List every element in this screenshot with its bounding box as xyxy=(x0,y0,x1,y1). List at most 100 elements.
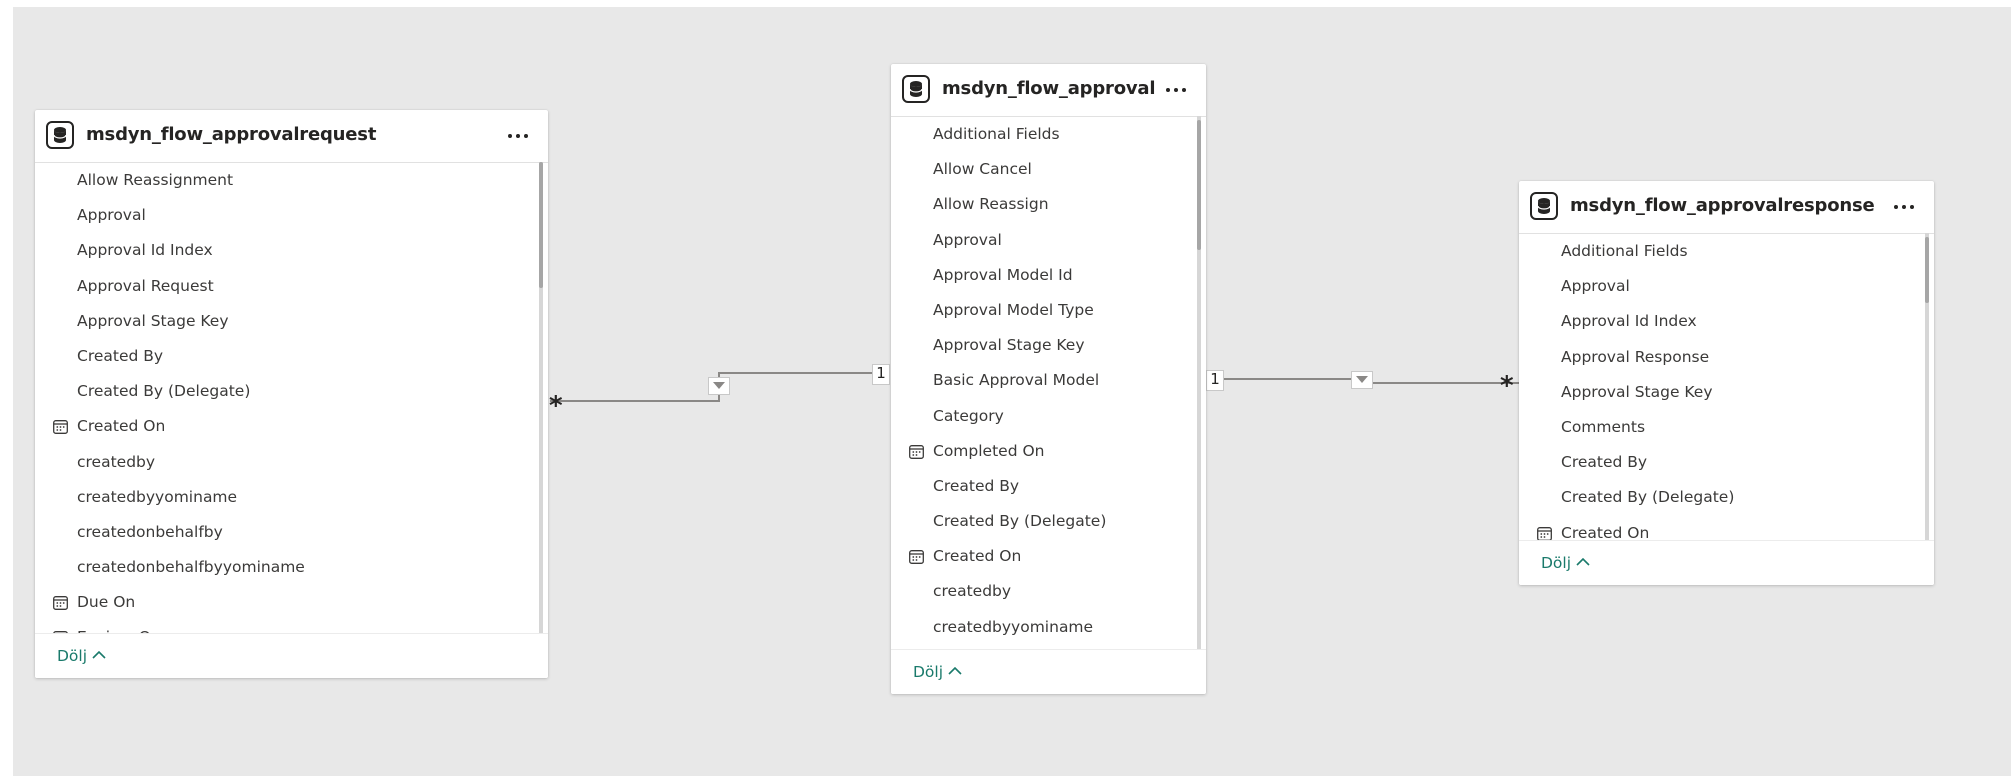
more-options-icon[interactable] xyxy=(506,126,530,146)
field-label: Allow Cancel xyxy=(933,160,1032,179)
card-footer: Dölj xyxy=(35,633,548,678)
cardinality-one-approval: 1 xyxy=(872,364,890,385)
field-row[interactable]: Created By xyxy=(891,468,1206,503)
card-footer: Dölj xyxy=(1519,540,1934,585)
cardinality-many-response: * xyxy=(1500,371,1514,401)
field-row[interactable]: Additional Fields xyxy=(891,116,1206,151)
table-title: msdyn_flow_approvalrequest xyxy=(86,124,377,145)
field-row[interactable]: Approval xyxy=(35,197,548,232)
field-label: Approval Model Type xyxy=(933,300,1094,319)
field-label: createdby xyxy=(77,452,156,471)
field-row[interactable]: Approval Stage Key xyxy=(891,327,1206,362)
scrollbar-track[interactable] xyxy=(539,162,543,634)
field-label: Approval Request xyxy=(77,276,214,295)
field-row[interactable]: Created By (Delegate) xyxy=(891,503,1206,538)
field-row[interactable]: Category xyxy=(891,398,1206,433)
field-row[interactable]: Approval Stage Key xyxy=(1519,374,1934,409)
field-row[interactable]: Created On xyxy=(35,408,548,443)
field-label: Created On xyxy=(77,417,166,436)
field-row[interactable]: Approval Response xyxy=(1519,339,1934,374)
chevron-up-icon xyxy=(1576,557,1590,566)
field-row[interactable]: Allow Cancel xyxy=(891,151,1206,186)
scrollbar-thumb[interactable] xyxy=(1925,237,1929,303)
field-label: Approval Stage Key xyxy=(933,336,1085,355)
field-row[interactable]: Allow Reassignment xyxy=(35,162,548,197)
field-label: createdbyyominame xyxy=(77,487,238,506)
field-row[interactable]: Approval Model Id xyxy=(891,257,1206,292)
field-row[interactable]: Expires On xyxy=(35,619,548,634)
collapse-button[interactable]: Dölj xyxy=(57,647,106,665)
field-label: Approval Response xyxy=(1561,347,1710,366)
field-label: Due On xyxy=(77,593,136,612)
cardinality-one-approval-right: 1 xyxy=(1206,370,1224,391)
field-row[interactable]: Additional Fields xyxy=(1519,233,1934,268)
field-label: Created By (Delegate) xyxy=(77,382,251,401)
scrollbar-track[interactable] xyxy=(1925,233,1929,545)
card-footer: Dölj xyxy=(891,649,1206,694)
field-list[interactable]: Additional Fields Approval Approval Id Ind… xyxy=(1519,233,1934,545)
more-options-icon[interactable] xyxy=(1892,197,1916,217)
table-card-approvalresponse[interactable]: msdyn_flow_approvalresponse Additional F… xyxy=(1519,181,1934,585)
card-header[interactable]: msdyn_flow_approval xyxy=(891,64,1206,117)
field-row[interactable]: createdbyyominame xyxy=(35,479,548,514)
field-row[interactable]: Approval Model Type xyxy=(891,292,1206,327)
table-card-approvalrequest[interactable]: msdyn_flow_approvalrequest Allow Reassig… xyxy=(35,110,548,678)
cardinality-many-request: * xyxy=(549,391,563,421)
field-list[interactable]: Additional Fields Allow Cancel Allow Reass… xyxy=(891,116,1206,650)
more-options-icon[interactable] xyxy=(1164,80,1188,100)
scrollbar-thumb[interactable] xyxy=(539,162,543,288)
cross-filter-direction-icon[interactable] xyxy=(1351,371,1373,389)
table-card-approval[interactable]: msdyn_flow_approval Additional Fields All… xyxy=(891,64,1206,694)
collapse-button[interactable]: Dölj xyxy=(1541,554,1590,572)
field-row[interactable]: Allow Reassign xyxy=(891,186,1206,221)
field-row[interactable]: Comments xyxy=(1519,409,1934,444)
field-row[interactable]: Created By (Delegate) xyxy=(1519,479,1934,514)
field-row[interactable]: Approval xyxy=(891,222,1206,257)
field-row[interactable]: createdby xyxy=(35,444,548,479)
field-label: Additional Fields xyxy=(933,125,1060,143)
table-title: msdyn_flow_approvalresponse xyxy=(1570,195,1875,216)
field-row[interactable]: Approval Request xyxy=(35,268,548,303)
field-row[interactable]: createdbyyominame xyxy=(891,609,1206,644)
field-row[interactable]: Approval Stage Key xyxy=(35,303,548,338)
field-label: Created By (Delegate) xyxy=(1561,488,1735,507)
collapse-label: Dölj xyxy=(1541,554,1572,572)
field-row[interactable]: createdby xyxy=(891,573,1206,608)
field-label: createdbyyominame xyxy=(933,617,1094,636)
field-label: Allow Reassign xyxy=(933,195,1049,214)
cross-filter-direction-icon[interactable] xyxy=(708,377,730,395)
field-row[interactable]: Completed On xyxy=(891,433,1206,468)
collapse-button[interactable]: Dölj xyxy=(913,663,962,681)
card-header[interactable]: msdyn_flow_approvalrequest xyxy=(35,110,548,163)
database-icon xyxy=(46,121,74,149)
field-label: Allow Reassignment xyxy=(77,171,234,189)
field-label: Created On xyxy=(1561,523,1650,542)
field-label: createdby xyxy=(933,582,1012,601)
field-row[interactable]: createdonbehalfby xyxy=(35,514,548,549)
field-list[interactable]: Allow Reassignment Approval Approval Id In… xyxy=(35,162,548,634)
calendar-icon xyxy=(909,550,924,565)
field-row[interactable]: createdonbehalfbyyominame xyxy=(35,549,548,584)
field-label: Approval Stage Key xyxy=(77,311,229,330)
field-row[interactable]: Due On xyxy=(35,584,548,619)
field-row[interactable]: Approval Id Index xyxy=(35,232,548,267)
field-label: Approval xyxy=(933,230,1002,249)
field-row[interactable]: Created By xyxy=(35,338,548,373)
field-row[interactable]: Approval Id Index xyxy=(1519,303,1934,338)
field-row[interactable]: Approval xyxy=(1519,268,1934,303)
field-row[interactable]: Created By (Delegate) xyxy=(35,373,548,408)
field-label: Created By (Delegate) xyxy=(933,512,1107,531)
field-label: Approval xyxy=(1561,277,1630,296)
card-header[interactable]: msdyn_flow_approvalresponse xyxy=(1519,181,1934,234)
field-row[interactable]: Created On xyxy=(891,538,1206,573)
scrollbar-track[interactable] xyxy=(1197,116,1201,650)
calendar-icon xyxy=(53,596,68,611)
scrollbar-thumb[interactable] xyxy=(1197,120,1201,250)
field-label: Basic Approval Model xyxy=(933,371,1100,390)
field-label: Approval Stage Key xyxy=(1561,382,1713,401)
field-label: Approval Id Index xyxy=(77,241,213,260)
field-row[interactable]: Created By xyxy=(1519,444,1934,479)
field-row[interactable]: Basic Approval Model xyxy=(891,362,1206,397)
calendar-icon xyxy=(53,420,68,435)
field-label: Created On xyxy=(933,547,1022,566)
